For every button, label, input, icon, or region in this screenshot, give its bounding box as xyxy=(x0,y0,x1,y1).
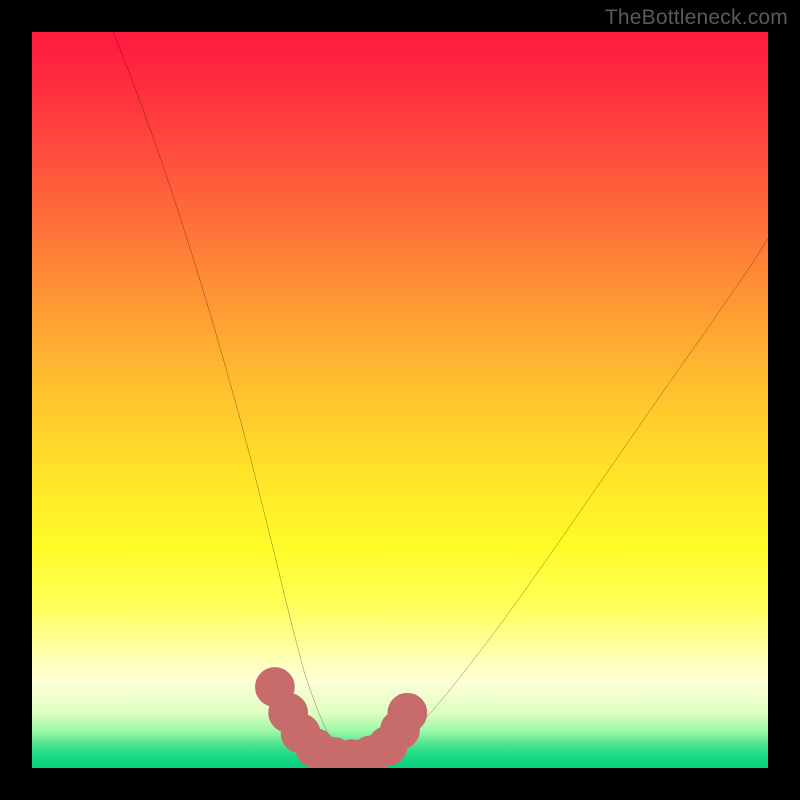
chart-frame: TheBottleneck.com xyxy=(0,0,800,800)
optimal-zone-marker xyxy=(265,677,418,768)
bottleneck-curve xyxy=(113,32,768,761)
watermark-text: TheBottleneck.com xyxy=(605,6,788,30)
plot-area xyxy=(32,32,768,768)
chart-svg xyxy=(32,32,768,768)
